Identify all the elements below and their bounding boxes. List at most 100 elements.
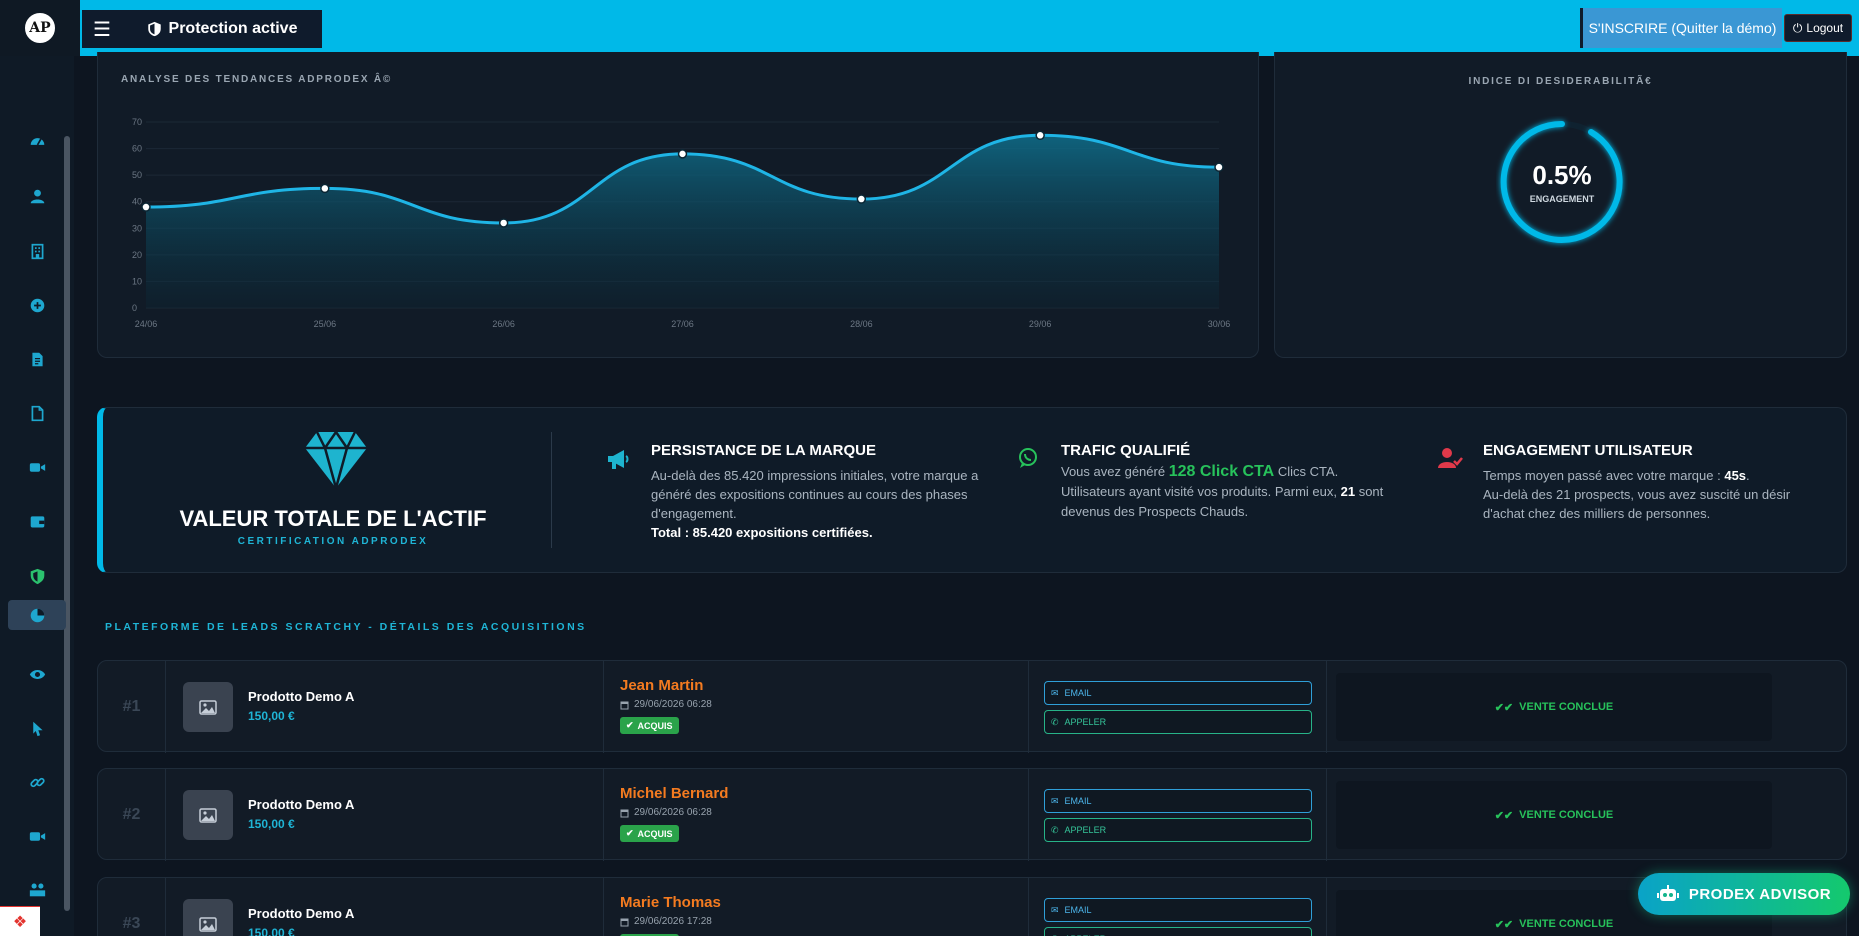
x-tick-label: 24/06	[135, 319, 158, 329]
lead-date: 29/06/2026 17:28	[620, 916, 712, 927]
lead-number: #1	[98, 661, 166, 753]
y-tick-label: 30	[132, 223, 142, 233]
users-icon	[29, 883, 45, 896]
column-divider	[1326, 661, 1327, 753]
dashboard-icon	[30, 137, 44, 145]
hamburger-icon: ☰	[93, 18, 111, 41]
call-label: APPELER	[1064, 717, 1107, 727]
pie-chart-icon	[30, 608, 44, 622]
call-button[interactable]: ✆ APPELER	[1044, 927, 1312, 936]
envelope-icon: ✉	[1051, 904, 1059, 915]
sidebar-item-views[interactable]	[8, 659, 66, 689]
sale-status-label: VENTE CONCLUE	[1519, 701, 1614, 713]
gauge-title: INDICE DI DESIDERABILITÃ€	[1468, 76, 1653, 87]
column-divider	[1326, 878, 1327, 936]
sidebar-item-protection[interactable]	[8, 561, 66, 591]
document-icon	[31, 405, 43, 421]
lead-row[interactable]: #3 Prodotto Demo A 150,00 € Marie Thomas…	[97, 877, 1847, 936]
product-name: Prodotto Demo A	[248, 797, 355, 812]
badge-label: ACQUIS	[637, 828, 673, 839]
feature-total: Total : 85.420 expositions certifiées.	[651, 525, 873, 540]
sidebar-item-links[interactable]	[8, 767, 66, 797]
menu-toggle-button[interactable]: ☰	[82, 10, 122, 48]
signup-button[interactable]: S'INSCRIRE (Quitter la démo)	[1580, 8, 1782, 48]
sidebar-item-dashboard[interactable]	[8, 126, 66, 156]
logo-text: AP	[29, 20, 51, 36]
sidebar-item-documents[interactable]	[8, 398, 66, 428]
user-icon	[30, 189, 44, 203]
sidebar-item-user[interactable]	[8, 181, 66, 211]
email-button[interactable]: ✉ EMAIL	[1044, 681, 1312, 705]
x-tick-label: 27/06	[671, 319, 694, 329]
email-label: EMAIL	[1064, 796, 1092, 806]
feature-text: Utilisateurs ayant visité vos produits. …	[1061, 484, 1341, 499]
column-divider	[603, 769, 604, 861]
data-point	[856, 194, 867, 204]
envelope-icon: ✉	[1051, 687, 1059, 698]
gauge-value: 0.5%	[1532, 160, 1592, 190]
sidebar-item-team[interactable]	[8, 874, 66, 904]
prodex-advisor-button[interactable]: PRODEX ADVISOR	[1638, 873, 1850, 915]
product-name: Prodotto Demo A	[248, 906, 355, 921]
sidebar-item-clicks[interactable]	[8, 713, 66, 743]
advisor-label: PRODEX ADVISOR	[1688, 885, 1832, 903]
email-button[interactable]: ✉ EMAIL	[1044, 898, 1312, 922]
sidebar-item-video-calls[interactable]	[8, 821, 66, 851]
product-thumbnail[interactable]	[183, 682, 233, 732]
feature-text: Au-delà des 21 prospects, vous avez susc…	[1483, 487, 1791, 521]
call-button[interactable]: ✆ APPELER	[1044, 818, 1312, 842]
robot-icon	[1656, 885, 1679, 901]
sale-status: ✔✔ VENTE CONCLUE	[1336, 673, 1772, 741]
calendar-icon	[620, 918, 629, 926]
x-tick-label: 28/06	[850, 319, 873, 329]
lead-date-text: 29/06/2026 17:28	[634, 916, 712, 927]
product-thumbnail[interactable]	[183, 899, 233, 936]
protection-label: Protection active	[168, 20, 298, 37]
calendar-icon	[620, 809, 629, 817]
shield-icon	[30, 568, 44, 584]
top-bar: AP ☰ Protection active S'INSCRIRE (Quitt…	[0, 0, 1859, 56]
lead-row[interactable]: #2 Prodotto Demo A 150,00 € Michel Berna…	[97, 768, 1847, 861]
data-point	[498, 218, 509, 228]
wallet-icon	[30, 515, 44, 527]
double-check-icon: ✔✔	[1494, 701, 1514, 714]
sidebar-item-wallet[interactable]	[8, 506, 66, 536]
logo-box[interactable]: AP	[0, 0, 80, 56]
logout-button[interactable]: ⏻ Logout	[1784, 14, 1852, 42]
feature-title: PERSISTANCE DE LA MARQUE	[651, 442, 877, 459]
sidebar-item-videos[interactable]	[8, 452, 66, 482]
sidebar-item-invoices[interactable]	[8, 344, 66, 374]
asset-value-panel: VALEUR TOTALE DE L'ACTIF CERTIFICATION A…	[97, 407, 1847, 573]
sidebar-item-analytics[interactable]	[8, 600, 66, 630]
x-tick-label: 30/06	[1208, 319, 1231, 329]
email-label: EMAIL	[1064, 905, 1092, 915]
sidebar-item-company[interactable]	[8, 236, 66, 266]
envelope-icon: ✉	[1051, 795, 1059, 806]
user-check-icon	[1438, 448, 1463, 468]
sale-status-label: VENTE CONCLUE	[1519, 809, 1614, 821]
call-label: APPELER	[1064, 825, 1107, 835]
logo[interactable]: AP	[23, 11, 57, 45]
sidebar	[0, 56, 74, 936]
feature-title: TRAFIC QUALIFIÉ	[1061, 442, 1191, 459]
framework-badge-icon: ❖	[0, 906, 40, 936]
image-icon	[199, 699, 217, 715]
x-tick-label: 26/06	[492, 319, 515, 329]
sidebar-item-add[interactable]	[8, 290, 66, 320]
logout-label: Logout	[1806, 21, 1844, 35]
eye-icon	[29, 669, 45, 679]
lead-row[interactable]: #1 Prodotto Demo A 150,00 € Jean Martin …	[97, 660, 1847, 753]
y-tick-label: 20	[132, 250, 142, 260]
status-badge: ✔ ACQUIS	[620, 717, 679, 734]
product-price: 150,00 €	[248, 817, 295, 831]
megaphone-icon	[608, 450, 629, 469]
email-button[interactable]: ✉ EMAIL	[1044, 789, 1312, 813]
product-name: Prodotto Demo A	[248, 689, 355, 704]
y-tick-label: 50	[132, 170, 142, 180]
lead-date: 29/06/2026 06:28	[620, 699, 712, 710]
product-thumbnail[interactable]	[183, 790, 233, 840]
call-button[interactable]: ✆ APPELER	[1044, 710, 1312, 734]
trend-chart: 0 10 20 30 40 50 60 70 24/06 25/06 26/06 27/06 28/06…	[132, 117, 1231, 329]
x-tick-label: 29/06	[1029, 319, 1052, 329]
feature-title: ENGAGEMENT UTILISATEUR	[1483, 442, 1693, 459]
